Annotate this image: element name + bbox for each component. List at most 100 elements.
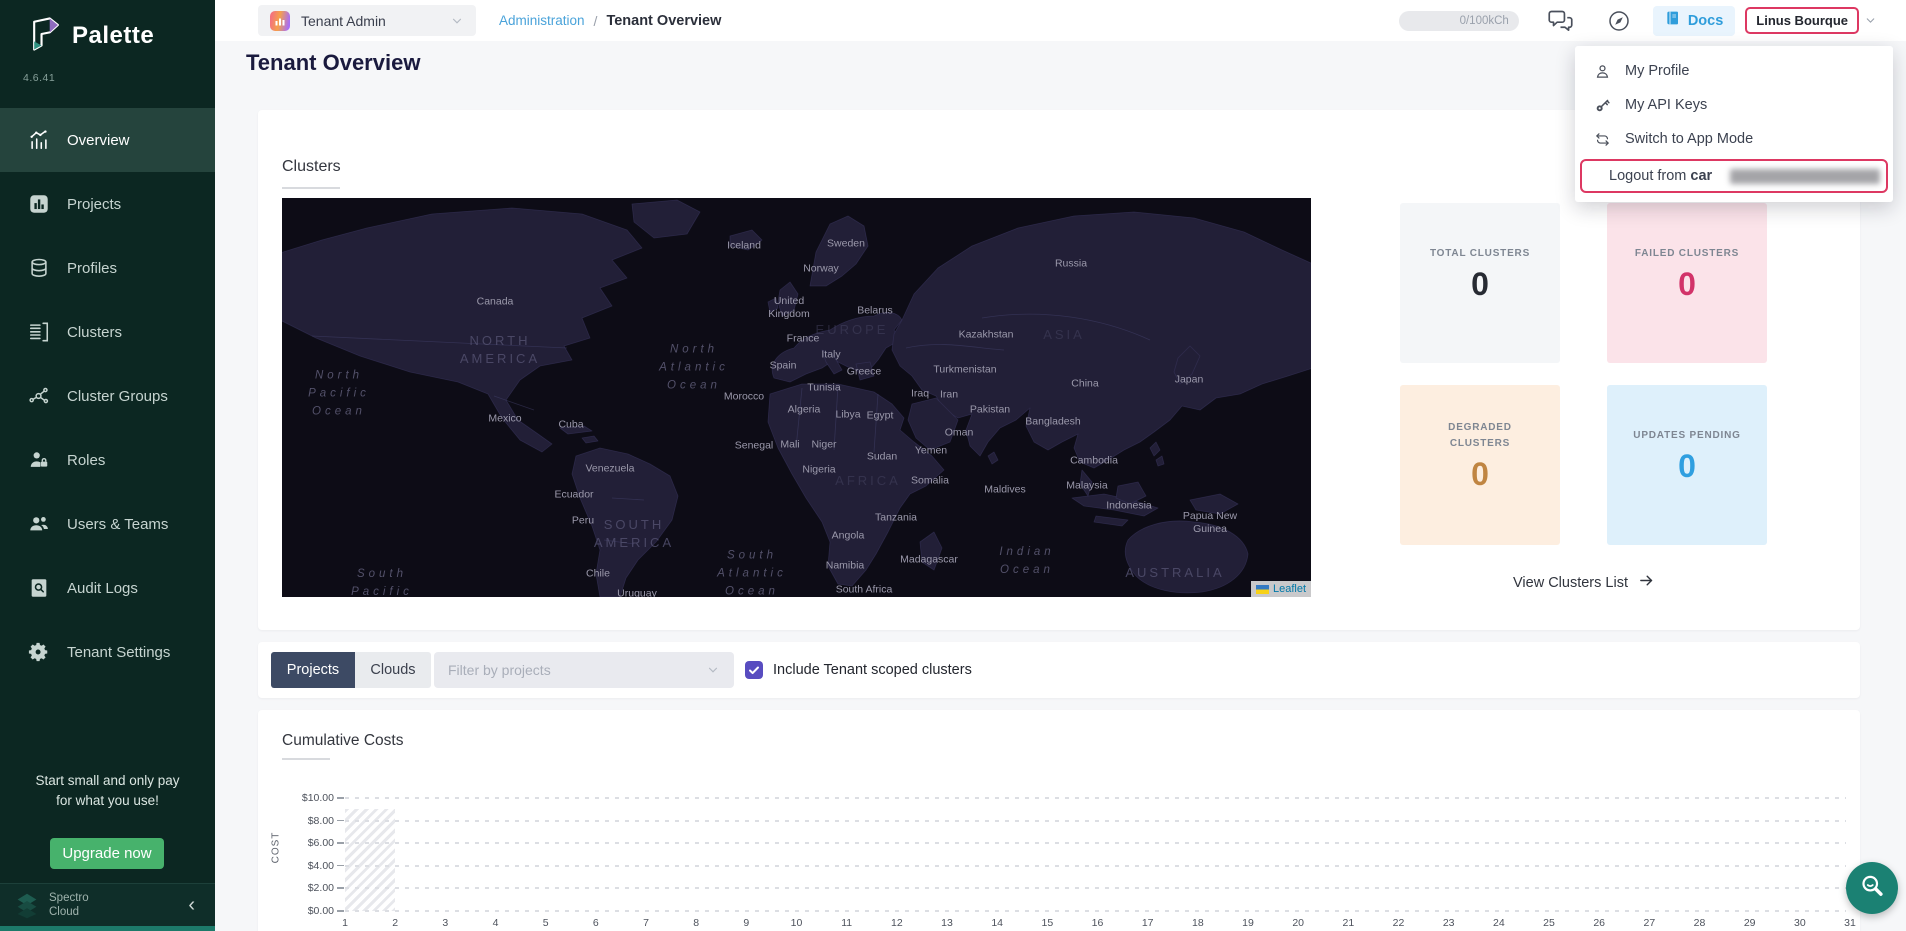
menu-item-label: Switch to App Mode [1625,131,1753,147]
leaflet-attribution[interactable]: Leaflet [1251,581,1311,597]
user-dropdown-menu: My ProfileMy API KeysSwitch to App Mode … [1575,46,1893,202]
chart-xtick-label: 27 [1643,917,1655,929]
tenant-admin-icon [270,11,290,31]
sidebar-item-label: Roles [67,452,105,469]
upgrade-now-button[interactable]: Upgrade now [50,838,164,869]
stat-card-degraded-clusters: DEGRADED CLUSTERS 0 [1400,385,1560,545]
filter-by-projects-select[interactable]: Filter by projects [434,652,734,688]
page-title: Tenant Overview [246,50,420,76]
stat-card-updates-pending: UPDATES PENDING0 [1607,385,1767,545]
docs-button[interactable]: Docs [1653,6,1735,36]
sidebar-item-overview[interactable]: Overview [0,108,215,172]
world-map[interactable]: North Pacific OceanNorth Atlantic OceanS… [282,198,1311,597]
projects-icon [28,193,50,215]
stat-label: FAILED CLUSTERS [1635,246,1739,262]
chart-xtick-label: 28 [1694,917,1706,929]
chart-ytick-label: $6.00 [258,837,334,849]
sidebar-item-clusters[interactable]: Clusters [0,300,215,364]
stat-label: DEGRADED CLUSTERS [1420,420,1540,452]
sidebar-item-label: Cluster Groups [67,388,168,405]
stat-value: 0 [1678,266,1696,303]
sidebar-item-profiles[interactable]: Profiles [0,236,215,300]
menu-item-switch-to-app-mode[interactable]: Switch to App Mode [1575,122,1893,156]
chart-xtick-label: 2 [392,917,398,929]
redacted-text [1730,169,1880,184]
sidebar-item-tenant-settings[interactable]: Tenant Settings [0,620,215,684]
chart-xtick-label: 5 [543,917,549,929]
stat-label: TOTAL CLUSTERS [1430,246,1530,262]
sidebar-item-label: Profiles [67,260,117,277]
stat-card-total-clusters: TOTAL CLUSTERS0 [1400,203,1560,363]
search-help-fab[interactable] [1846,862,1898,914]
user-chevron-down-icon[interactable] [1864,14,1877,27]
menu-item-my-profile[interactable]: My Profile [1575,54,1893,88]
chart-xtick-label: 1 [342,917,348,929]
chart-xtick-label: 19 [1242,917,1254,929]
tab-projects[interactable]: Projects [271,652,355,688]
chart-xtick-label: 4 [493,917,499,929]
cumulative-costs-card: Cumulative Costs COST $10.00$8.00$6.00$4… [258,710,1860,931]
chart-xtick-label: 24 [1493,917,1505,929]
view-clusters-list-link[interactable]: View Clusters List [1513,572,1655,593]
chart-ytick-mark [337,887,344,889]
chart-xtick-label: 3 [442,917,448,929]
sidebar-item-roles[interactable]: Roles [0,428,215,492]
chart-xtick-label: 20 [1292,917,1304,929]
brand-name: Palette [72,22,154,50]
arrow-right-icon [1638,572,1655,593]
sidebar-item-label: Users & Teams [67,516,168,533]
sidebar-item-label: Clusters [67,324,122,341]
chart-xtick-label: 29 [1744,917,1756,929]
chart-xtick-label: 16 [1092,917,1104,929]
sidebar-item-users-teams[interactable]: Users & Teams [0,492,215,556]
cluster-stats-grid: TOTAL CLUSTERS0FAILED CLUSTERS0DEGRADED … [1400,203,1768,545]
chart-xtick-label: 13 [941,917,953,929]
sidebar-item-label: Overview [67,132,130,149]
logout-label: Logout fromcar [1609,168,1712,184]
chart-xtick-label: 30 [1794,917,1806,929]
chart-xtick-label: 18 [1192,917,1204,929]
menu-item-label: My Profile [1625,63,1689,79]
chat-feedback-icon[interactable] [1547,7,1574,34]
sidebar: Palette 4.6.41 OverviewProjectsProfilesC… [0,0,215,931]
sidebar-footer: Spectro Cloud ‹ [0,883,215,931]
chart-xtick-label: 10 [791,917,803,929]
chart-ytick-label: $10.00 [258,792,334,804]
sidebar-item-cluster-groups[interactable]: Cluster Groups [0,364,215,428]
chart-ytick-mark [337,910,344,912]
chevron-down-icon [706,663,720,677]
chart-ytick-label: $8.00 [258,815,334,827]
compass-tour-icon[interactable] [1607,9,1631,33]
tab-clouds[interactable]: Clouds [355,652,431,688]
map-landmass [282,198,1311,597]
include-tenant-scoped-checkbox[interactable] [745,661,763,679]
chart-xtick-label: 6 [593,917,599,929]
topbar: Tenant Admin Administration / Tenant Ove… [215,0,1906,41]
breadcrumb: Administration / Tenant Overview [499,13,721,29]
sidebar-bottom-strip [0,926,215,931]
sidebar-nav: Overview Projects Profiles Clusters Cluster … [0,108,215,684]
scope-selector[interactable]: Tenant Admin [258,5,476,36]
stat-label: UPDATES PENDING [1633,428,1740,444]
chart-xtick-label: 26 [1593,917,1605,929]
scope-tabs: ProjectsClouds [271,652,431,688]
chart-gridline [345,910,1846,912]
menu-item-logout[interactable]: Logout fromcar [1580,159,1888,193]
chart-gridline [345,820,1846,822]
clusters-icon [28,321,50,343]
chart-ytick-mark [337,842,344,844]
menu-item-my-api-keys[interactable]: My API Keys [1575,88,1893,122]
stat-value: 0 [1471,456,1489,493]
breadcrumb-administration[interactable]: Administration [499,13,585,28]
chart-title-rule [282,758,330,760]
user-menu-button[interactable]: Linus Bourque [1745,7,1859,34]
sidebar-item-audit-logs[interactable]: Audit Logs [0,556,215,620]
chart-xtick-label: 11 [841,917,852,929]
sidebar-item-projects[interactable]: Projects [0,172,215,236]
chart-gridline [345,842,1846,844]
key-icon [1594,97,1611,114]
chart-xtick-label: 7 [643,917,649,929]
sidebar-collapse-button[interactable]: ‹ [182,894,201,917]
book-icon [1665,10,1681,31]
swap-icon [1594,131,1611,148]
